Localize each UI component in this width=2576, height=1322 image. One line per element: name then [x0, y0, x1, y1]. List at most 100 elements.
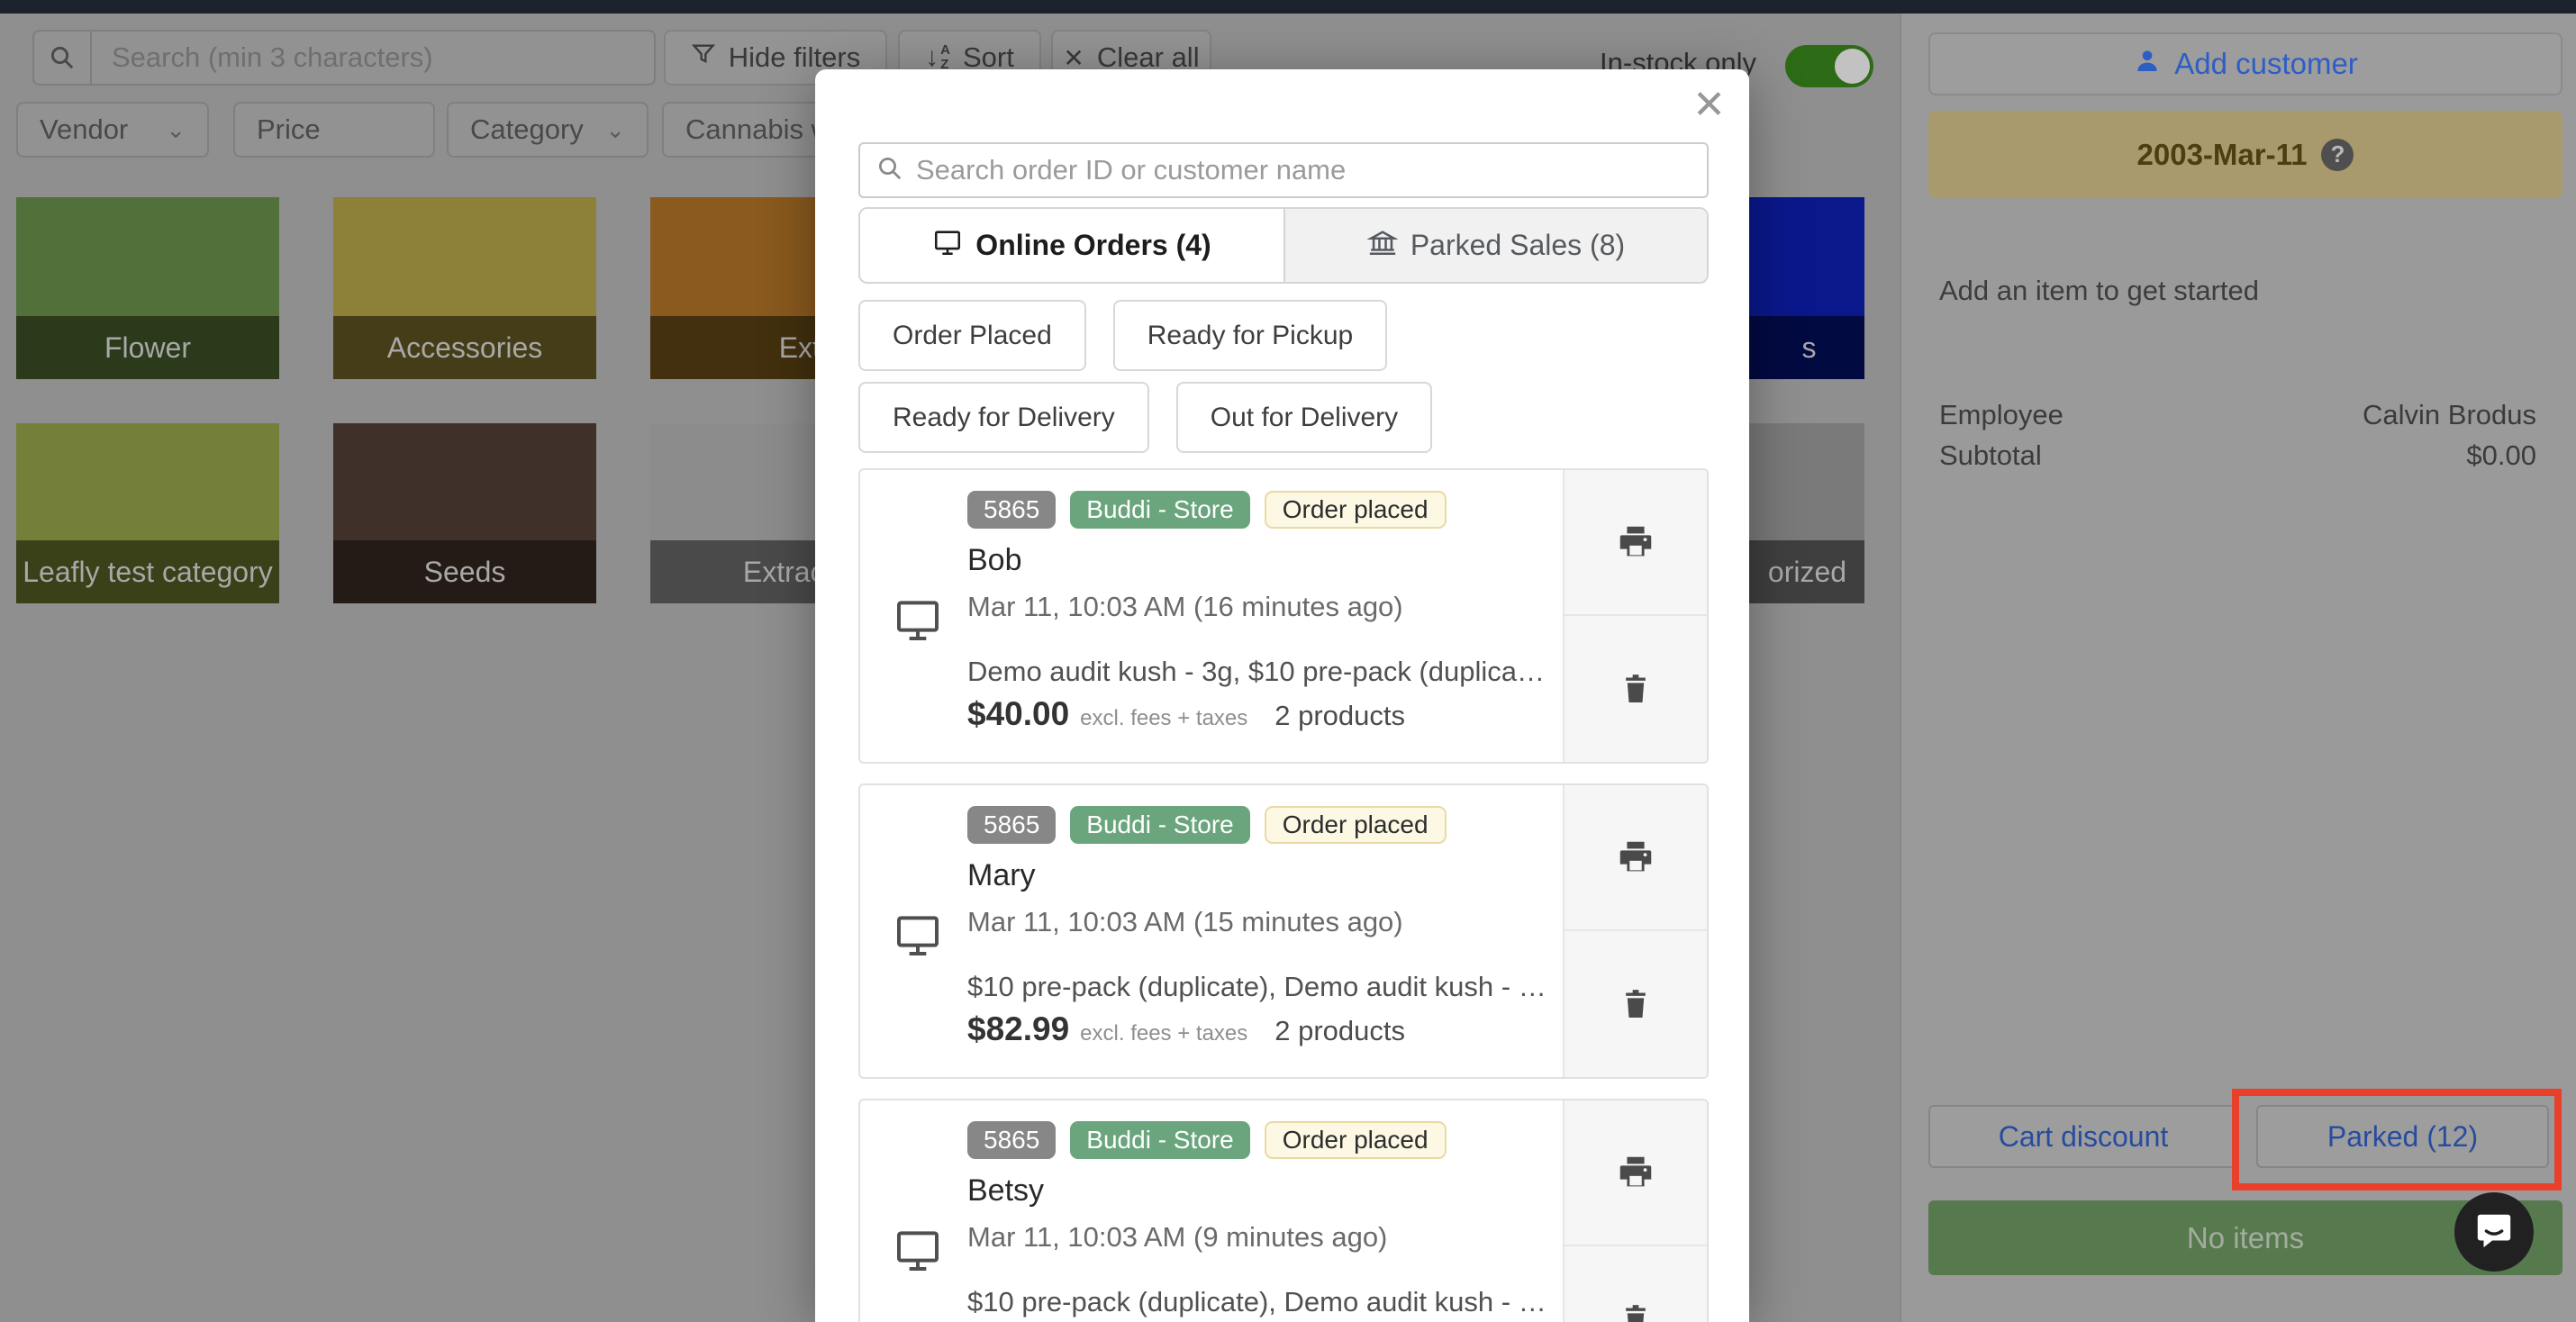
- filter-ready-for-delivery[interactable]: Ready for Delivery: [858, 382, 1149, 453]
- vendor-filter-dropdown[interactable]: Vendor ⌄: [16, 102, 209, 158]
- bank-icon: [1367, 227, 1398, 265]
- add-customer-button[interactable]: Add customer: [1928, 32, 2562, 95]
- status-badge: Order placed: [1265, 1121, 1447, 1159]
- category-tile-accessories[interactable]: Accessories: [333, 197, 596, 379]
- order-time: Mar 11, 10:03 AM (15 minutes ago): [967, 906, 1563, 938]
- category-tile-label: Accessories: [333, 316, 596, 379]
- order-time: Mar 11, 10:03 AM (9 minutes ago): [967, 1221, 1563, 1254]
- subtotal-row: Subtotal $0.00: [1939, 439, 2536, 472]
- monitor-icon: [932, 227, 963, 265]
- store-badge: Buddi - Store: [1070, 491, 1249, 529]
- chat-bubble-icon: [2473, 1209, 2515, 1255]
- order-products: $10 pre-pack (duplicate), Demo audit kus…: [967, 1286, 1563, 1318]
- toggle-knob: [1835, 49, 1870, 84]
- monitor-icon: [893, 1225, 943, 1280]
- search-icon: [34, 32, 92, 84]
- category-tile-label: Seeds: [333, 540, 596, 603]
- print-order-button[interactable]: [1565, 1100, 1707, 1246]
- product-search-box[interactable]: [32, 30, 656, 86]
- no-items-label: No items: [2187, 1221, 2304, 1255]
- product-count: 2 products: [1274, 1015, 1405, 1047]
- order-id-badge: 5865: [967, 806, 1056, 844]
- empty-cart-hint: Add an item to get started: [1939, 275, 2259, 307]
- annotation-highlight-box: [2232, 1089, 2562, 1191]
- filter-out-for-delivery[interactable]: Out for Delivery: [1176, 382, 1432, 453]
- status-badge: Order placed: [1265, 806, 1447, 844]
- customer-name: Mary: [967, 858, 1563, 893]
- product-search-input[interactable]: [92, 32, 654, 84]
- orders-tab-bar: Online Orders (4) Parked Sales (8): [858, 207, 1709, 284]
- subtotal-label: Subtotal: [1939, 439, 2042, 472]
- status-badge: Order placed: [1265, 491, 1447, 529]
- employee-row: Employee Calvin Brodus: [1939, 399, 2536, 431]
- vendor-filter-label: Vendor: [40, 113, 128, 146]
- print-order-button[interactable]: [1565, 470, 1707, 616]
- monitor-icon: [893, 910, 943, 964]
- business-date-banner: 2003-Mar-11 ?: [1928, 111, 2562, 198]
- cannabis-weight-filter-label: Cannabis w: [685, 113, 831, 146]
- price-note: excl. fees + taxes: [1080, 706, 1247, 731]
- order-price: $82.99: [967, 1010, 1069, 1048]
- person-icon: [2133, 46, 2162, 82]
- close-icon[interactable]: ✕: [1692, 82, 1726, 128]
- online-orders-modal: ✕ Online Orders (4): [815, 69, 1749, 1322]
- order-id-badge: 5865: [967, 491, 1056, 529]
- order-card[interactable]: 5865 Buddi - Store Order placed Mary Mar…: [858, 783, 1709, 1079]
- filter-order-placed[interactable]: Order Placed: [858, 300, 1086, 371]
- employee-label: Employee: [1939, 399, 2064, 431]
- category-filter-dropdown[interactable]: Category ⌄: [447, 102, 649, 158]
- add-customer-label: Add customer: [2174, 47, 2358, 81]
- tab-label: Online Orders (4): [975, 229, 1211, 262]
- store-badge: Buddi - Store: [1070, 806, 1249, 844]
- tab-parked-sales[interactable]: Parked Sales (8): [1283, 209, 1707, 282]
- customer-name: Betsy: [967, 1173, 1563, 1209]
- order-time: Mar 11, 10:03 AM (16 minutes ago): [967, 591, 1563, 623]
- help-icon[interactable]: ?: [2321, 139, 2354, 171]
- order-card[interactable]: 5865 Buddi - Store Order placed Bob Mar …: [858, 468, 1709, 764]
- cart-discount-label: Cart discount: [1999, 1120, 2169, 1154]
- product-count: 2 products: [1274, 700, 1405, 732]
- delete-order-button[interactable]: [1565, 931, 1707, 1077]
- funnel-icon: [691, 41, 716, 74]
- top-system-bar: [0, 0, 2576, 14]
- customer-name: Bob: [967, 543, 1563, 578]
- order-card[interactable]: 5865 Buddi - Store Order placed Betsy Ma…: [858, 1099, 1709, 1322]
- cart-discount-button[interactable]: Cart discount: [1928, 1105, 2238, 1168]
- order-search-box[interactable]: [858, 142, 1709, 198]
- tab-label: Parked Sales (8): [1410, 229, 1625, 262]
- tab-online-orders[interactable]: Online Orders (4): [860, 209, 1283, 282]
- category-tile-seeds[interactable]: Seeds: [333, 423, 596, 603]
- price-filter-label: Price: [257, 113, 321, 146]
- order-id-badge: 5865: [967, 1121, 1056, 1159]
- order-products: $10 pre-pack (duplicate), Demo audit kus…: [967, 971, 1563, 1003]
- order-price: $40.00: [967, 695, 1069, 733]
- category-tile-label: Leafly test category: [16, 540, 279, 603]
- order-list: 5865 Buddi - Store Order placed Bob Mar …: [858, 468, 1709, 1322]
- chat-launcher-button[interactable]: [2454, 1192, 2534, 1272]
- order-search-input[interactable]: [916, 154, 1691, 186]
- order-status-filters: Order Placed Ready for Pickup Ready for …: [858, 300, 1588, 453]
- category-tile-label: Flower: [16, 316, 279, 379]
- pos-app: Hide filters ↓ AZ Sort ✕ Clear all Vendo…: [0, 0, 2576, 1322]
- sort-icon: ↓ AZ: [925, 43, 950, 72]
- category-tile-flower[interactable]: Flower: [16, 197, 279, 379]
- print-order-button[interactable]: [1565, 785, 1707, 931]
- order-products: Demo audit kush - 3g, $10 pre-pack (dupl…: [967, 656, 1563, 688]
- in-stock-only-toggle[interactable]: [1785, 45, 1873, 87]
- price-filter-field[interactable]: Price: [233, 102, 435, 158]
- search-icon: [876, 155, 903, 186]
- monitor-icon: [893, 594, 943, 649]
- category-filter-label: Category: [470, 113, 584, 146]
- chevron-down-icon: ⌄: [166, 116, 186, 144]
- filter-ready-for-pickup[interactable]: Ready for Pickup: [1113, 300, 1387, 371]
- price-note: excl. fees + taxes: [1080, 1021, 1247, 1046]
- delete-order-button[interactable]: [1565, 1246, 1707, 1322]
- delete-order-button[interactable]: [1565, 616, 1707, 762]
- employee-value: Calvin Brodus: [2363, 399, 2536, 431]
- subtotal-value: $0.00: [2466, 439, 2536, 472]
- business-date: 2003-Mar-11: [2137, 138, 2308, 172]
- category-tile-leafly-test[interactable]: Leafly test category: [16, 423, 279, 603]
- clear-icon: ✕: [1063, 43, 1084, 73]
- store-badge: Buddi - Store: [1070, 1121, 1249, 1159]
- chevron-down-icon: ⌄: [605, 116, 625, 144]
